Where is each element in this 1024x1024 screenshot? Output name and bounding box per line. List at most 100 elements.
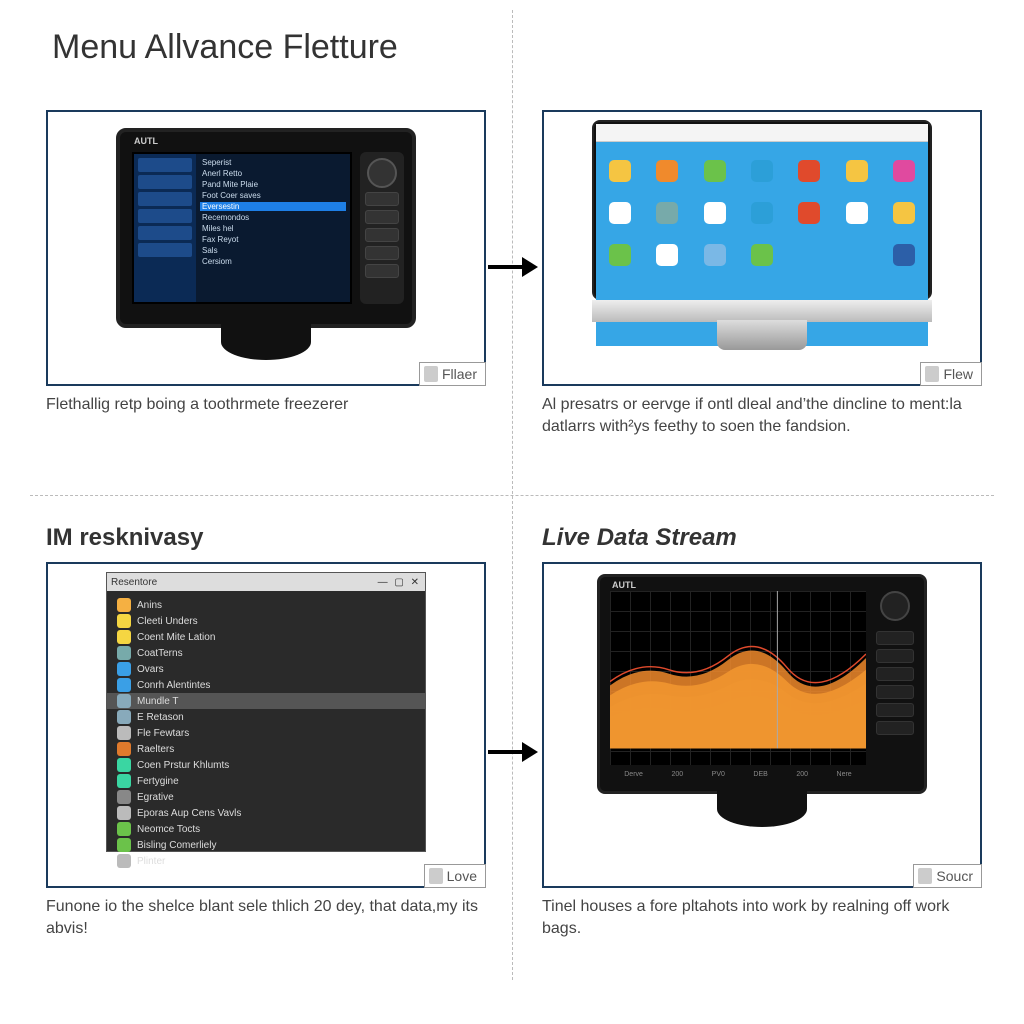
list-item[interactable]: Bisling Comerliely bbox=[107, 837, 425, 853]
device-menu-list: Seperist Anerl Retto Pand Mite Plaie Foot C… bbox=[196, 154, 350, 302]
monitor-label: 200 bbox=[796, 771, 808, 785]
device-menu-item[interactable]: Foot Coer saves bbox=[200, 191, 346, 200]
panel-frame: AUTL Seperist Anerl Retto Pand Mite Plaie F… bbox=[46, 110, 486, 386]
desktop-app-icon[interactable] bbox=[798, 244, 820, 266]
list-item[interactable]: Anins bbox=[107, 597, 425, 613]
list-item[interactable]: Ovars bbox=[107, 661, 425, 677]
desktop-app-icon[interactable] bbox=[704, 244, 726, 266]
device-menu-item[interactable]: Seperist bbox=[200, 158, 346, 167]
panel-frame: Flew bbox=[542, 110, 982, 386]
monitor-device-mock: AUTL Derve200PV0DEB200Nere bbox=[597, 574, 927, 794]
window-list: Anins Cleeti UndersCoent Mite Lation CoatT… bbox=[107, 591, 425, 875]
list-item[interactable]: E Retason bbox=[107, 709, 425, 725]
panel-badge[interactable]: Love bbox=[424, 864, 486, 888]
desktop-app-icon[interactable] bbox=[656, 244, 678, 266]
device-menu-item[interactable]: Cersiom bbox=[200, 257, 346, 266]
device-menu-item[interactable]: Miles hel bbox=[200, 224, 346, 233]
monitor-screen bbox=[610, 591, 866, 765]
desktop-app-icon[interactable] bbox=[751, 202, 773, 224]
list-item[interactable]: Conrh Alentintes bbox=[107, 677, 425, 693]
panel-top-right: Flew Al presatrs or eervge if ontl dleal… bbox=[542, 110, 982, 437]
list-item[interactable]: CoatTerns bbox=[107, 645, 425, 661]
list-item-label: Bisling Comerliely bbox=[137, 840, 216, 851]
panel-bottom-left: IM resknivasy Resentore — ▢ ✕ AninsCleet… bbox=[46, 524, 486, 939]
list-item-icon bbox=[117, 806, 131, 820]
device-menu-item[interactable]: Eversestin bbox=[200, 202, 346, 211]
device-menu-item[interactable]: Sals bbox=[200, 246, 346, 255]
device-menu-item[interactable]: Recemondos bbox=[200, 213, 346, 222]
list-item[interactable]: Fle Fewtars bbox=[107, 725, 425, 741]
desktop-icon-row bbox=[596, 202, 928, 224]
desktop-app-icon[interactable] bbox=[798, 160, 820, 182]
list-item-label: Conrh Alentintes bbox=[137, 680, 210, 691]
list-item[interactable]: Coent Mite Lation bbox=[107, 629, 425, 645]
desktop-app-icon[interactable] bbox=[846, 244, 868, 266]
panel-caption: Funone io the shelce blant sele thlich 2… bbox=[46, 896, 486, 939]
list-item-label: Fle Fewtars bbox=[137, 728, 189, 739]
desktop-app-icon[interactable] bbox=[609, 244, 631, 266]
list-item[interactable]: Neomce Tocts bbox=[107, 821, 425, 837]
device-menu-item[interactable]: Pand Mite Plaie bbox=[200, 180, 346, 189]
device-brand: AUTL bbox=[612, 580, 636, 590]
list-item-label: Eporas Aup Cens Vavls bbox=[137, 808, 241, 819]
list-item-icon bbox=[117, 726, 131, 740]
monitor-label: Nere bbox=[837, 771, 852, 785]
list-item[interactable]: Mundle T bbox=[107, 693, 425, 709]
list-item-label: Egrative bbox=[137, 792, 174, 803]
horizontal-divider bbox=[30, 495, 994, 496]
desktop-icon-row bbox=[596, 160, 928, 182]
window-controls[interactable]: — ▢ ✕ bbox=[378, 577, 421, 588]
list-item-label: Neomce Tocts bbox=[137, 824, 200, 835]
desktop-app-icon[interactable] bbox=[846, 160, 868, 182]
list-item-label: Raelters bbox=[137, 744, 174, 755]
dial-icon bbox=[367, 158, 397, 188]
panel-badge[interactable]: Fllaer bbox=[419, 362, 486, 386]
list-item-icon bbox=[117, 646, 131, 660]
list-item-icon bbox=[117, 598, 131, 612]
list-item-label: CoatTerns bbox=[137, 648, 183, 659]
handheld-device-mock: AUTL Seperist Anerl Retto Pand Mite Plaie F… bbox=[116, 128, 416, 328]
desktop-app-icon[interactable] bbox=[893, 202, 915, 224]
desktop-app-icon[interactable] bbox=[751, 160, 773, 182]
list-item[interactable]: Egrative bbox=[107, 789, 425, 805]
list-item[interactable]: Raelters bbox=[107, 741, 425, 757]
monitor-label: PV0 bbox=[712, 771, 725, 785]
list-item-icon bbox=[117, 710, 131, 724]
list-item[interactable]: Coen Prstur Khlumts bbox=[107, 757, 425, 773]
list-item-label: Mundle T bbox=[137, 696, 179, 707]
desktop-app-icon[interactable] bbox=[798, 202, 820, 224]
list-item[interactable]: Fertygine bbox=[107, 773, 425, 789]
panel-badge[interactable]: Flew bbox=[920, 362, 982, 386]
list-item-label: Coen Prstur Khlumts bbox=[137, 760, 229, 771]
monitor-bottom-labels: Derve200PV0DEB200Nere bbox=[610, 771, 866, 785]
desktop-app-icon[interactable] bbox=[846, 202, 868, 224]
device-brand: AUTL bbox=[134, 136, 158, 146]
desktop-app-icon[interactable] bbox=[609, 160, 631, 182]
list-item-icon bbox=[117, 790, 131, 804]
list-item[interactable]: Cleeti Unders bbox=[107, 613, 425, 629]
list-item-label: Plinter bbox=[137, 856, 165, 867]
list-item-icon bbox=[117, 694, 131, 708]
device-menu-item[interactable]: Fax Reyot bbox=[200, 235, 346, 244]
list-item[interactable]: Eporas Aup Cens Vavls bbox=[107, 805, 425, 821]
list-item-icon bbox=[117, 742, 131, 756]
desktop-app-icon[interactable] bbox=[609, 202, 631, 224]
arrow-right-icon bbox=[488, 255, 538, 279]
monitor-side-buttons bbox=[872, 591, 918, 765]
device-menu-item[interactable]: Anerl Retto bbox=[200, 169, 346, 178]
desktop-app-icon[interactable] bbox=[656, 160, 678, 182]
list-item-icon bbox=[117, 614, 131, 628]
panel-badge[interactable]: Soucr bbox=[913, 864, 982, 888]
desktop-app-icon[interactable] bbox=[704, 202, 726, 224]
desktop-app-icon[interactable] bbox=[893, 244, 915, 266]
panel-caption: Tinel houses a fore pltahots into work b… bbox=[542, 896, 982, 939]
list-item[interactable]: Plinter bbox=[107, 853, 425, 869]
desktop-app-icon[interactable] bbox=[751, 244, 773, 266]
desktop-app-icon[interactable] bbox=[893, 160, 915, 182]
desktop-app-icon[interactable] bbox=[656, 202, 678, 224]
list-item-icon bbox=[117, 822, 131, 836]
window-titlebar: Resentore — ▢ ✕ bbox=[107, 573, 425, 591]
desktop-app-icon[interactable] bbox=[704, 160, 726, 182]
panel-bottom-right: Live Data Stream AUTL Derve200 bbox=[542, 524, 982, 939]
list-item-label: Anins bbox=[137, 600, 162, 611]
